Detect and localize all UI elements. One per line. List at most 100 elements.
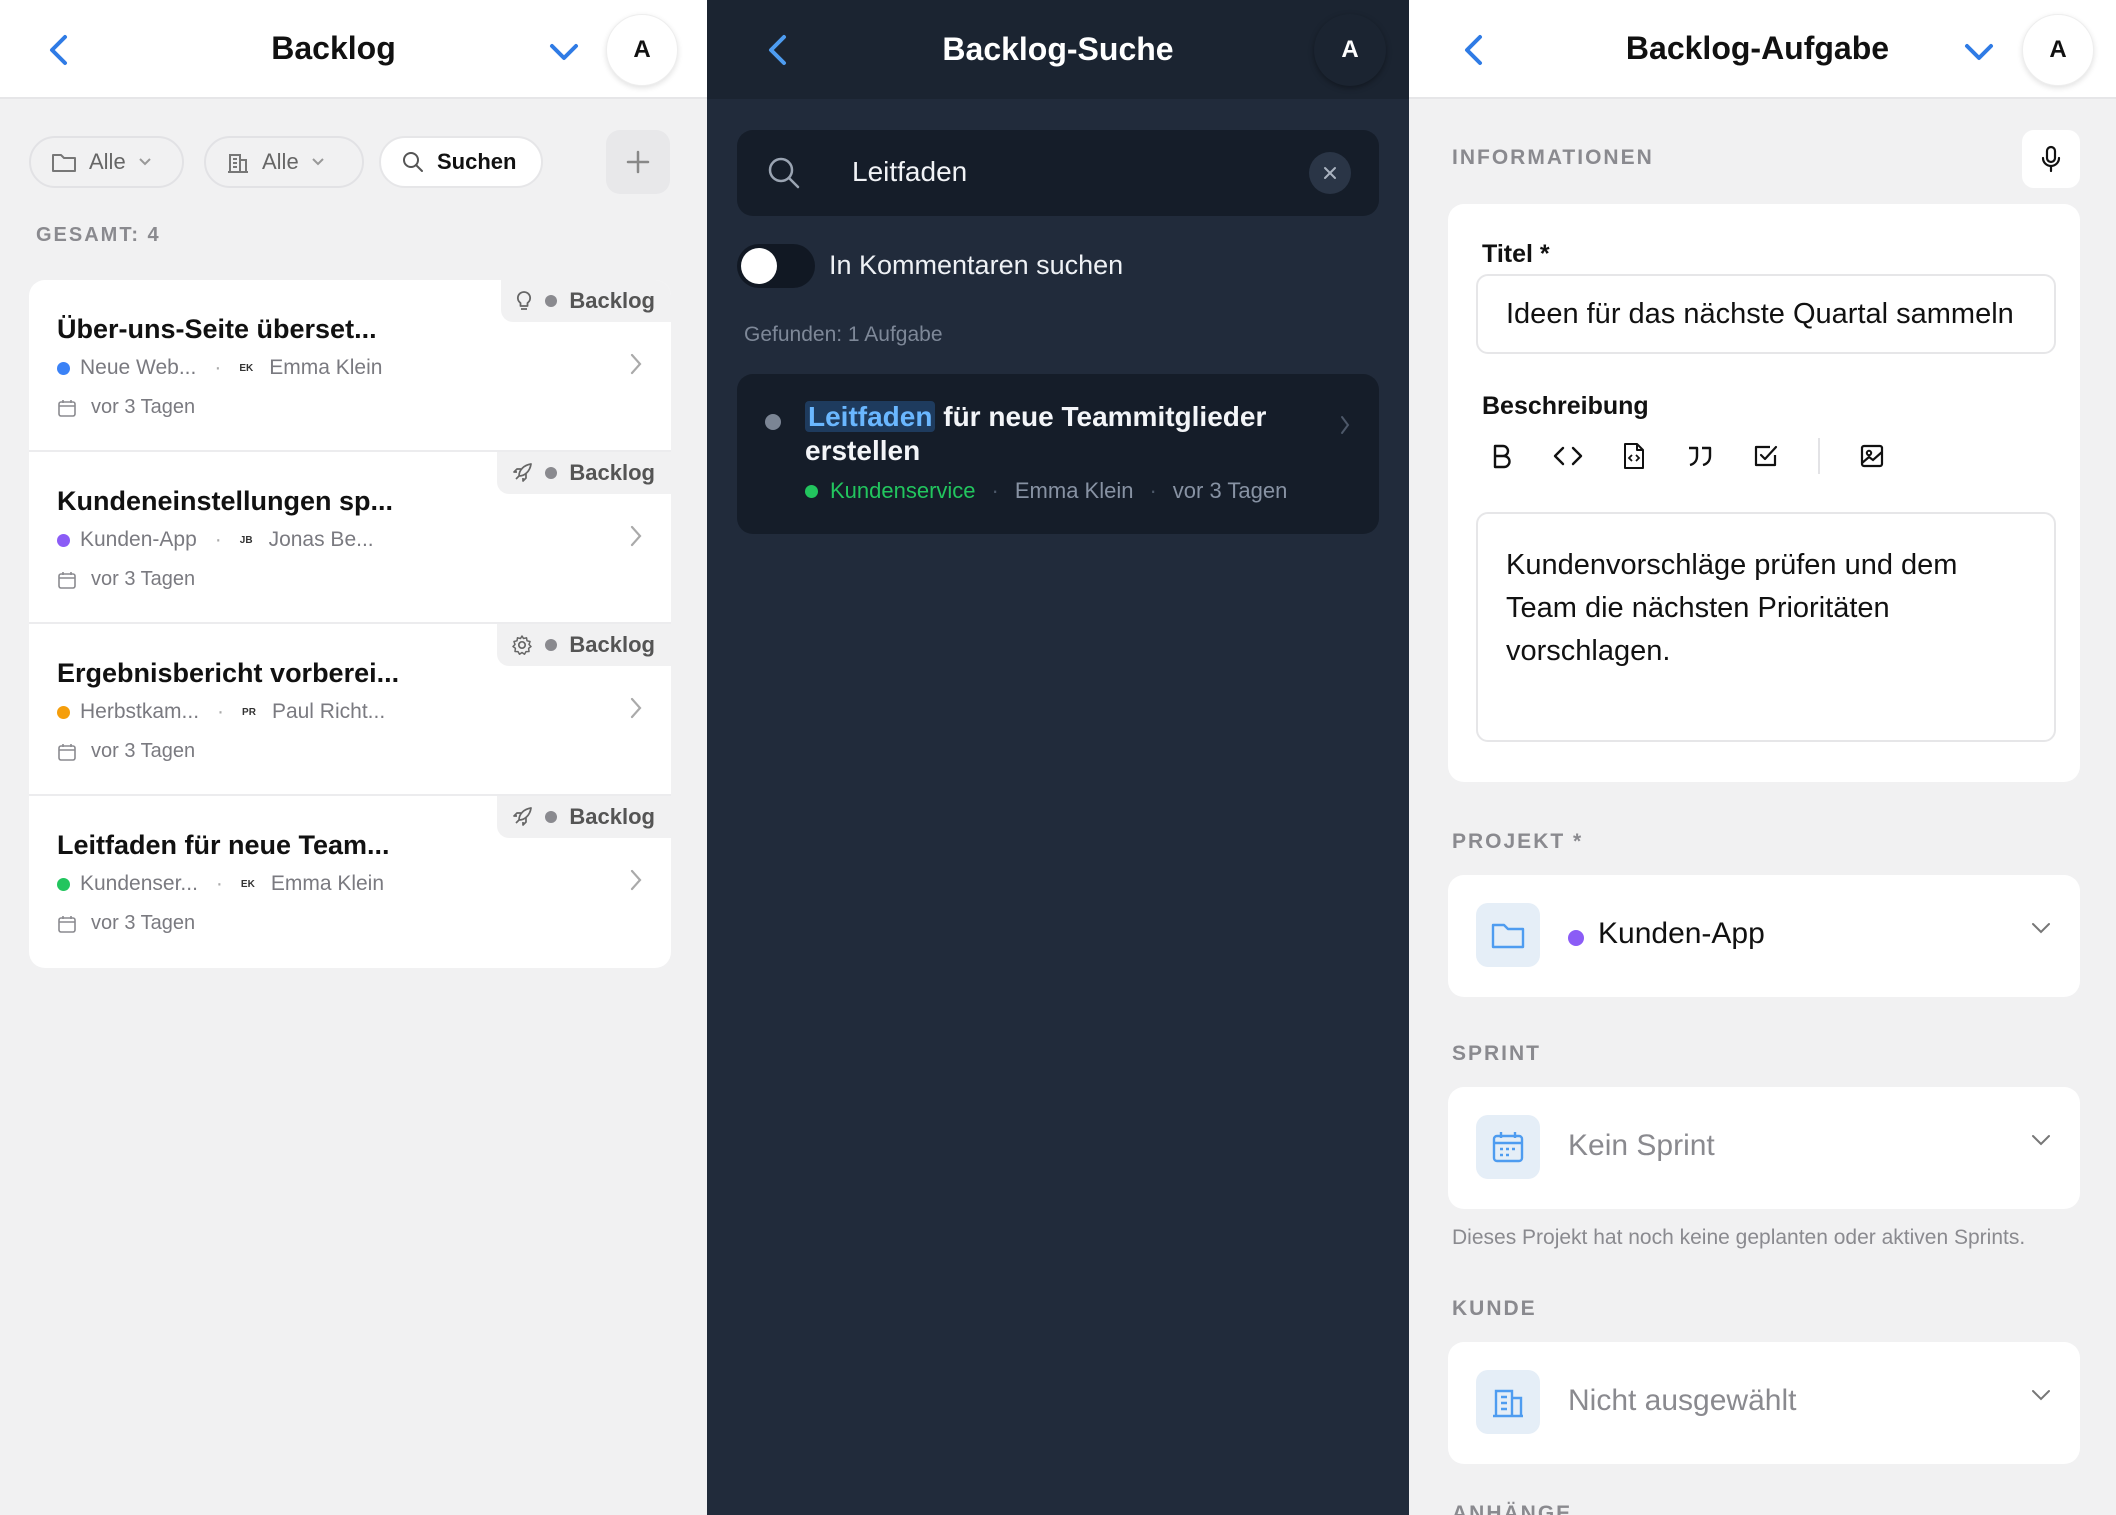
list-item[interactable]: Backlog Leitfaden für neue Team... Kunde… (29, 796, 671, 968)
project-color-dot (57, 533, 70, 547)
assignee-name: Emma Klein (1014, 478, 1134, 503)
back-button[interactable] (757, 28, 797, 72)
search-input[interactable]: Leitfaden (852, 156, 967, 188)
info-card: Titel * Ideen für das nächste Quartal sa… (1448, 204, 2080, 782)
chevron-down-icon (311, 158, 324, 166)
sprint-hint: Dieses Projekt hat noch keine geplanten … (1452, 1226, 2026, 1249)
image-icon (1860, 444, 1884, 468)
project-select[interactable]: Kunden-App (1448, 875, 2080, 997)
avatar[interactable]: A (2022, 14, 2094, 86)
microphone-icon (2041, 145, 2061, 173)
sprint-value: Kein Sprint (1568, 1129, 1715, 1162)
project-filter-label: Alle (89, 149, 126, 174)
separator: · (217, 700, 225, 723)
project-filter[interactable]: Alle (29, 136, 184, 188)
code-icon (1553, 446, 1583, 466)
close-icon (1324, 167, 1336, 179)
quote-button[interactable] (1680, 436, 1720, 476)
task-title: Ergebnisbericht vorberei... (57, 658, 400, 688)
assignee-initials: EK (239, 362, 254, 374)
section-label-sprint: SPRINT (1452, 1042, 1542, 1065)
date-label: vor 3 Tagen (91, 396, 196, 418)
task-meta: Kunden-App · JB Jonas Be... (57, 528, 374, 552)
task-date: vor 3 Tagen (57, 396, 195, 419)
search-button[interactable]: Suchen (379, 136, 543, 188)
status-dot (765, 414, 781, 430)
task-meta: Kundenser... · EK Emma Klein (57, 872, 384, 896)
assignee-name: Emma Klein (270, 872, 385, 895)
dropdown-toggle[interactable] (542, 30, 586, 74)
back-button[interactable] (1453, 28, 1493, 72)
assignee-name: Jonas Be... (268, 528, 374, 551)
description-field[interactable]: Kundenvorschläge prüfen und dem Team die… (1476, 512, 2056, 742)
status-badge: Backlog (497, 624, 671, 666)
title-label: Titel * (1482, 240, 1550, 268)
project-value: Kunden-App (1598, 917, 1765, 950)
date-label: vor 3 Tagen (91, 740, 196, 762)
list-item[interactable]: Backlog Kundeneinstellungen sp... Kunden… (29, 452, 671, 624)
clear-search-button[interactable] (1309, 152, 1351, 194)
client-filter[interactable]: Alle (204, 136, 364, 188)
folder-icon (1491, 923, 1525, 949)
list-item[interactable]: Backlog Über-uns-Seite überset... Neue W… (29, 280, 671, 452)
back-button[interactable] (38, 28, 78, 72)
image-button[interactable] (1852, 436, 1892, 476)
header: Backlog A (0, 0, 707, 99)
chevron-right-icon (630, 869, 642, 891)
chevron-down-icon (2032, 923, 2050, 934)
search-field[interactable]: Leitfaden (737, 130, 1379, 216)
code-block-button[interactable] (1614, 436, 1654, 476)
search-icon (403, 152, 423, 172)
chevron-right-icon (630, 353, 642, 375)
status-dot (545, 811, 558, 823)
task-date: vor 3 Tagen (57, 912, 195, 935)
found-count: Gefunden: 1 Aufgabe (744, 323, 943, 346)
status-label: Backlog (569, 288, 655, 313)
file-code-icon (1624, 443, 1644, 469)
avatar[interactable]: A (606, 14, 678, 86)
code-button[interactable] (1548, 436, 1588, 476)
project-name: Neue Web... (80, 356, 197, 379)
dropdown-toggle[interactable] (1957, 30, 2001, 74)
toggle-knob (741, 248, 777, 284)
client-select[interactable]: Nicht ausgewählt (1448, 1342, 2080, 1464)
project-name: Kundenser... (80, 872, 198, 895)
bold-icon (1493, 444, 1511, 469)
backlog-list-panel: Backlog A Alle Alle Suchen GESAMT: 4 Bac… (0, 0, 707, 1515)
chevron-down-icon (1965, 44, 1993, 60)
calendar-icon (1492, 1132, 1524, 1163)
section-label-info: INFORMATIONEN (1452, 146, 1654, 169)
backlog-search-panel: Backlog-Suche A Leitfaden In Kommentaren… (707, 0, 1409, 1515)
voice-input-button[interactable] (2022, 130, 2080, 188)
chevron-down-icon (2032, 1390, 2050, 1401)
search-icon (768, 157, 800, 189)
add-task-button[interactable] (606, 130, 670, 194)
quote-icon (1689, 446, 1712, 467)
folder-icon (52, 154, 76, 172)
search-result-item[interactable]: Leitfaden für neue Teammitglieder erstel… (737, 374, 1379, 534)
client-value: Nicht ausgewählt (1568, 1384, 1797, 1417)
status-dot (545, 295, 558, 307)
rocket-icon (513, 463, 533, 482)
search-button-label: Suchen (437, 149, 517, 174)
title-field[interactable]: Ideen für das nächste Quartal sammeln (1476, 274, 2056, 354)
sprint-select[interactable]: Kein Sprint (1448, 1087, 2080, 1209)
checklist-button[interactable] (1746, 436, 1786, 476)
result-title: Leitfaden für neue Teammitglieder erstel… (805, 400, 1325, 468)
separator: · (214, 528, 222, 551)
building-icon (228, 154, 248, 173)
page-title: Backlog-Suche (942, 31, 1174, 67)
section-label-attachments: ANHÄNGE (1452, 1502, 1573, 1515)
list-item[interactable]: Backlog Ergebnisbericht vorberei... Herb… (29, 624, 671, 796)
bold-button[interactable] (1482, 436, 1522, 476)
chevron-down-icon (138, 158, 151, 166)
calendar-icon (58, 743, 76, 761)
task-date: vor 3 Tagen (57, 568, 195, 591)
project-name: Kunden-App (80, 528, 197, 551)
search-comments-toggle[interactable] (737, 244, 815, 288)
page-title: Backlog-Aufgabe (1625, 30, 1890, 66)
avatar[interactable]: A (1314, 14, 1386, 86)
description-value: Kundenvorschläge prüfen und dem Team die… (1506, 549, 1958, 667)
assignee-name: Paul Richt... (271, 700, 386, 723)
project-color-dot (57, 877, 70, 891)
